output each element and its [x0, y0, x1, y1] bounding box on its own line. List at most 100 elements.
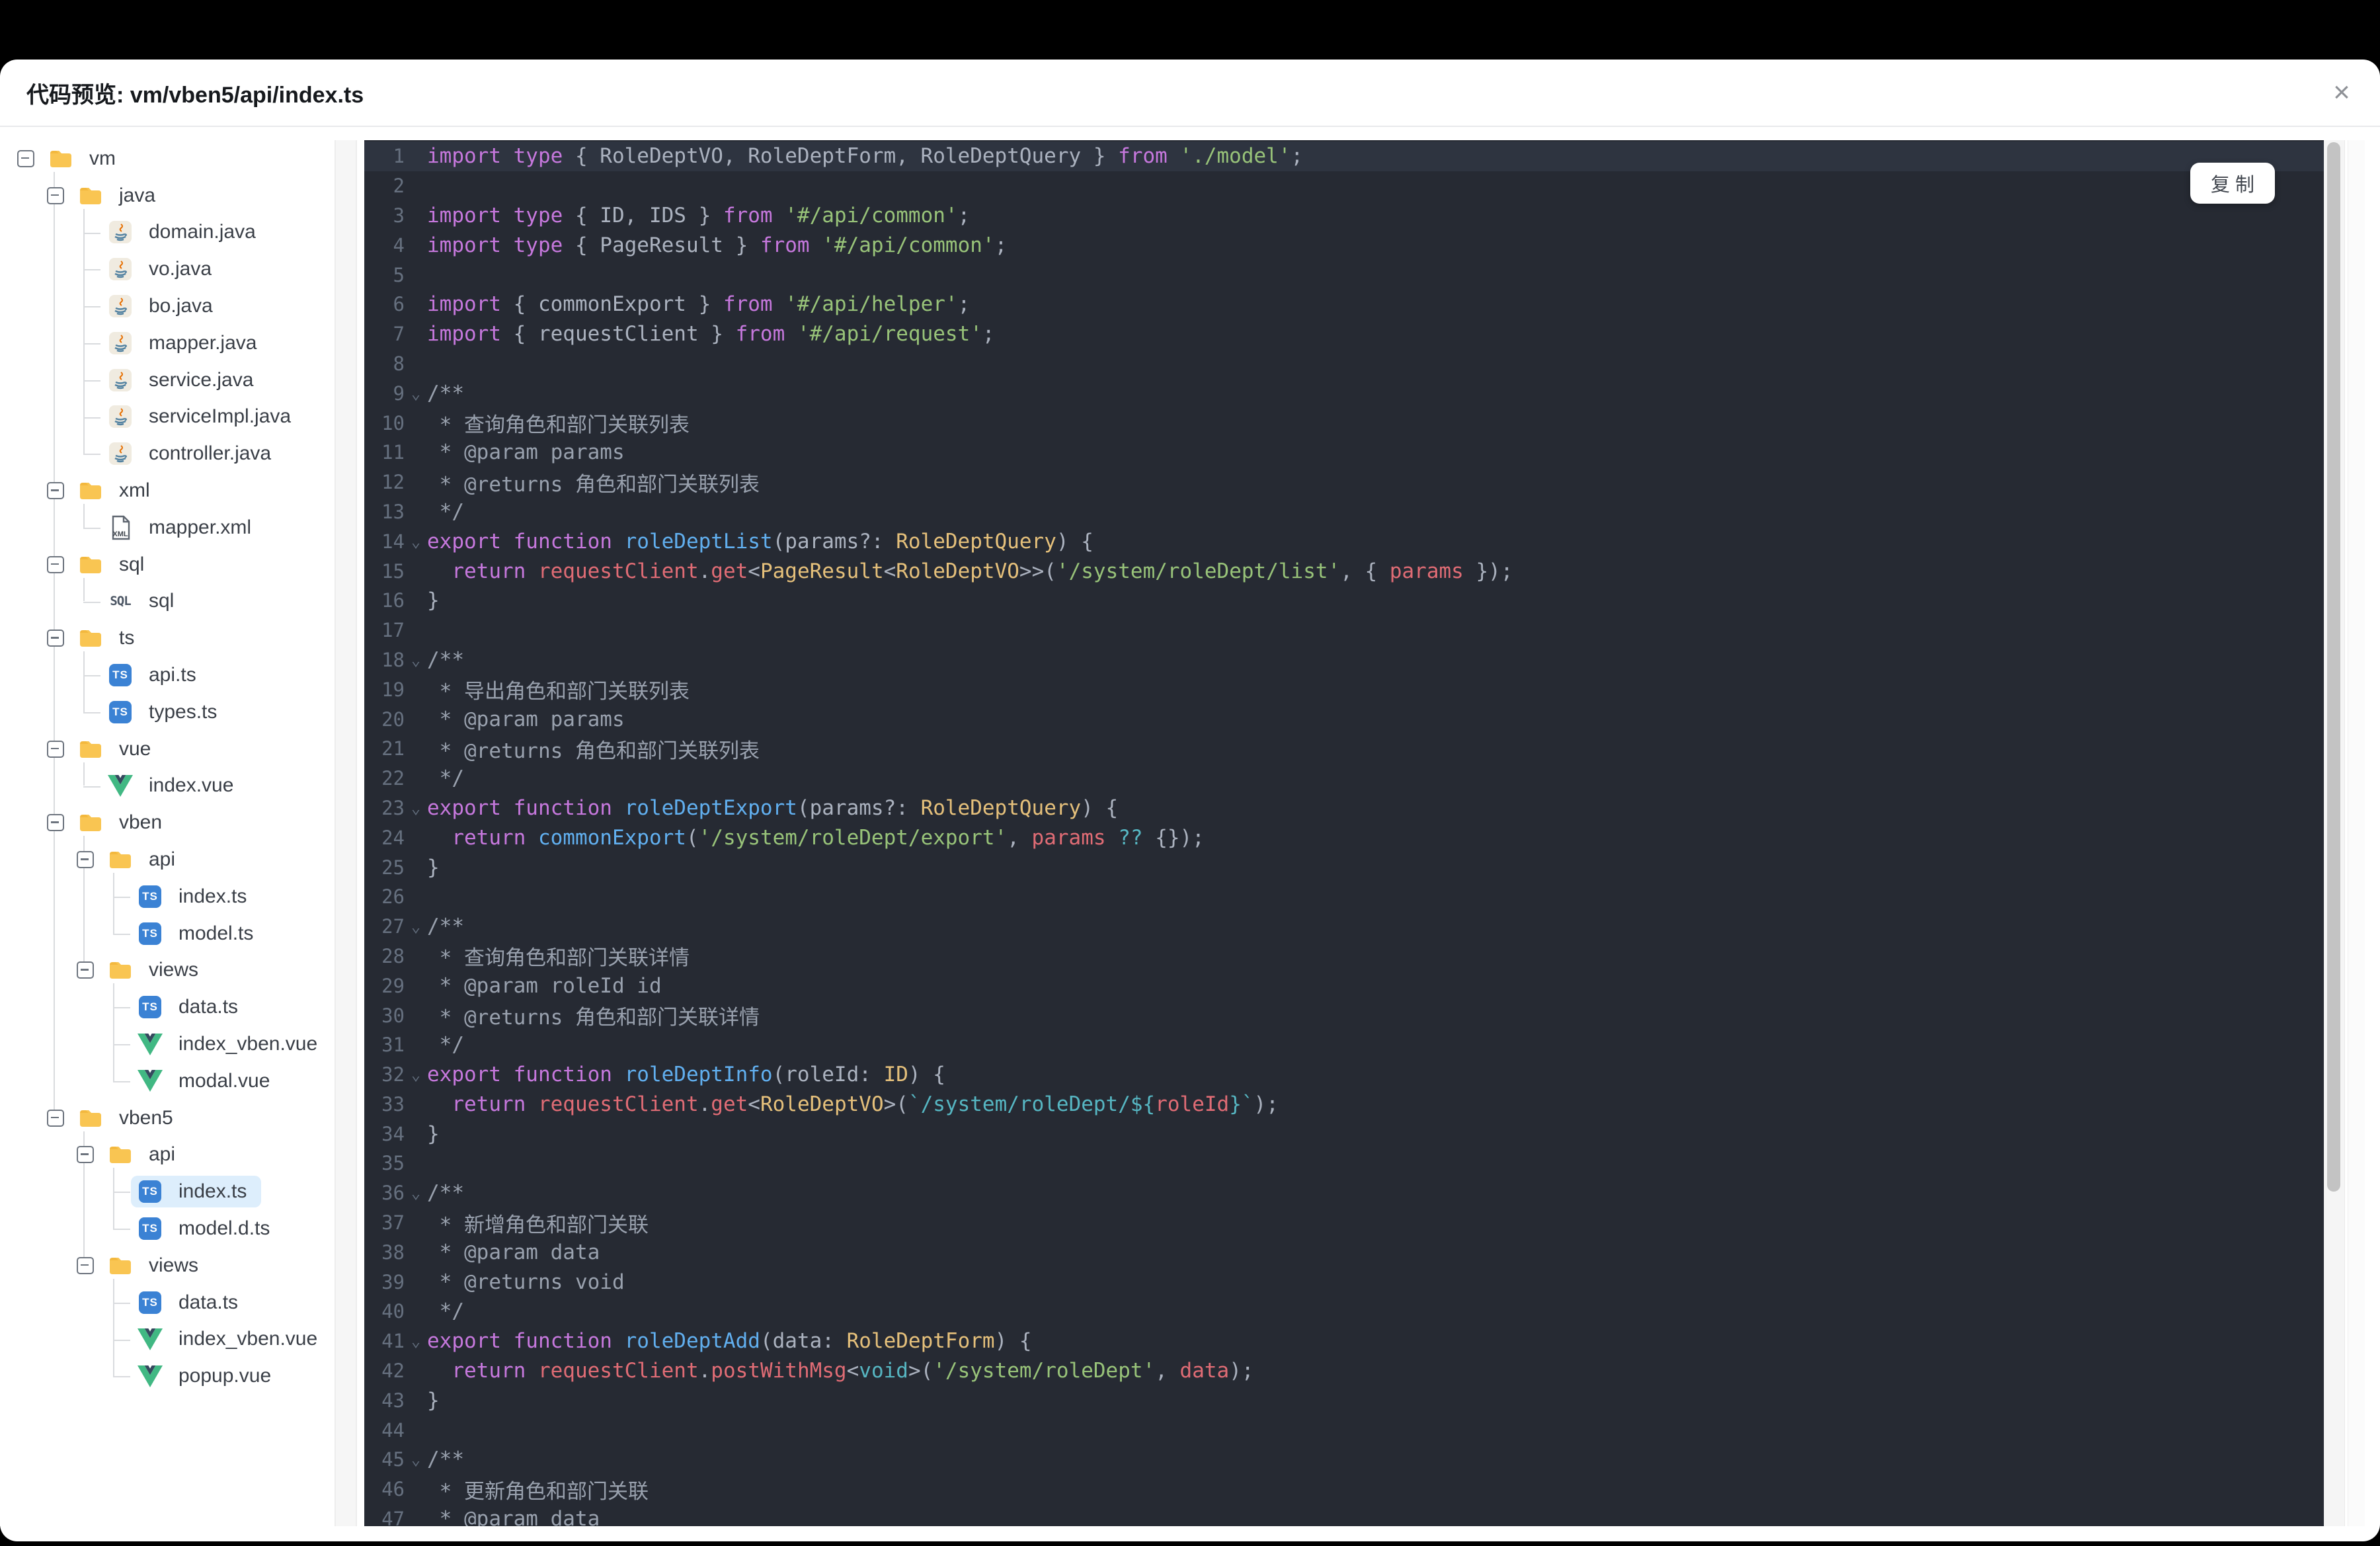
tree-item-service-java[interactable]: service.java [0, 362, 335, 399]
code-text: return requestClient.get<PageResult<Role… [452, 559, 1513, 583]
tree-item-label: vben5 [119, 1106, 173, 1129]
tree-item-modal-vue[interactable]: modal.vue [0, 1063, 335, 1100]
code-text: /** [427, 1181, 464, 1205]
code-line: 27 ⌄/** [364, 912, 2324, 942]
line-number: 29 [381, 974, 405, 997]
tree-item-ts[interactable]: ts [0, 620, 335, 657]
tree-item-content: vo.java [101, 253, 226, 285]
code-text: import type { PageResult } from '#/api/c… [427, 233, 1008, 257]
tree-item-vben[interactable]: vben [0, 804, 335, 841]
tree-item-vben5[interactable]: vben5 [0, 1100, 335, 1137]
line-number: 35 [381, 1152, 405, 1175]
collapse-minus-icon[interactable] [47, 740, 64, 758]
collapse-minus-icon[interactable] [47, 814, 64, 832]
close-icon[interactable]: × [2323, 74, 2360, 111]
fold-chevron-icon[interactable]: ⌄ [405, 532, 427, 551]
line-number: 40 [381, 1300, 405, 1323]
tree-item-popup-vue[interactable]: popup.vue [0, 1358, 335, 1395]
fold-chevron-icon[interactable]: ⌄ [405, 1184, 427, 1202]
tree-item-data-ts[interactable]: TS data.ts [0, 1284, 335, 1321]
code-text: export function roleDeptInfo(roleId: ID)… [427, 1063, 945, 1087]
tree-item-bo-java[interactable]: bo.java [0, 288, 335, 325]
fold-chevron-icon[interactable]: ⌄ [405, 651, 427, 669]
code-line: 18 ⌄/** [364, 645, 2324, 675]
tree-item-index-vben-vue[interactable]: index_vben.vue [0, 1321, 335, 1358]
collapse-minus-icon[interactable] [47, 555, 64, 573]
code-text: } [427, 855, 440, 879]
folder-icon [48, 146, 73, 171]
tree-item-index-vue[interactable]: index.vue [0, 768, 335, 805]
tree-item-api-ts[interactable]: TS api.ts [0, 657, 335, 694]
sql-file-icon: SQL [110, 594, 131, 609]
collapse-minus-icon[interactable] [47, 630, 64, 647]
folder-icon [108, 957, 133, 983]
collapse-minus-icon[interactable] [77, 1256, 94, 1274]
tree-item-index-vben-vue[interactable]: index_vben.vue [0, 1026, 335, 1063]
tree-item-sql[interactable]: sql [0, 546, 335, 583]
tree-item-views[interactable]: views [0, 952, 335, 989]
collapse-minus-icon[interactable] [17, 149, 34, 167]
tree-item-content: TS api.ts [101, 659, 211, 691]
code-line: 19 * 导出角色和部门关联列表 [364, 674, 2324, 704]
line-number: 25 [381, 856, 405, 879]
collapse-minus-icon[interactable] [47, 1109, 64, 1127]
tree-item-vm[interactable]: vm [0, 140, 335, 177]
code-text: * @returns 角色和部门关联详情 [427, 1006, 760, 1030]
line-number: 6 [393, 293, 405, 316]
modal-scrollbar-track[interactable] [2348, 140, 2365, 1526]
collapse-minus-icon[interactable] [47, 482, 64, 500]
line-number: 39 [381, 1270, 405, 1293]
tree-item-model-d-ts[interactable]: TS model.d.ts [0, 1210, 335, 1247]
tree-item-mapper-xml[interactable]: XML mapper.xml [0, 509, 335, 546]
code-line: 33 return requestClient.get<RoleDeptVO>(… [364, 1090, 2324, 1119]
tree-item-vo-java[interactable]: vo.java [0, 251, 335, 288]
ts-file-icon: TS [138, 1179, 163, 1204]
copy-button[interactable]: 复 制 [2190, 163, 2275, 204]
code-line: 46 * 更新角色和部门关联 [364, 1475, 2324, 1504]
tree-item-serviceimpl-java[interactable]: serviceImpl.java [0, 399, 335, 436]
tree-item-data-ts[interactable]: TS data.ts [0, 989, 335, 1026]
code-line: 17 [364, 616, 2324, 645]
tree-item-views[interactable]: views [0, 1247, 335, 1284]
fold-chevron-icon[interactable]: ⌄ [405, 1450, 427, 1469]
collapse-minus-icon[interactable] [47, 186, 64, 204]
code-lines: 1 import type { RoleDeptVO, RoleDeptForm,… [364, 142, 2324, 1526]
collapse-minus-icon[interactable] [77, 1146, 94, 1164]
tree-item-vue[interactable]: vue [0, 731, 335, 768]
code-line: 41 ⌄ export function roleDeptAdd(data: Rol… [364, 1326, 2324, 1356]
fold-chevron-icon[interactable]: ⌄ [405, 384, 427, 403]
code-line: 45 ⌄/** [364, 1445, 2324, 1475]
tree-scrollbar-track[interactable] [335, 140, 357, 1526]
tree-item-sql[interactable]: SQL sql [0, 583, 335, 620]
code-line: 4 import type { PageResult } from '#/api/… [364, 230, 2324, 260]
collapse-minus-icon[interactable] [77, 961, 94, 979]
collapse-minus-icon[interactable] [77, 851, 94, 869]
code-line: 43} [364, 1385, 2324, 1415]
code-line: 24 return commonExport('/system/roleDept… [364, 823, 2324, 852]
tree-item-index-ts[interactable]: TS index.ts [0, 878, 335, 915]
tree-item-content: index.vue [101, 770, 248, 801]
code-scrollbar-thumb[interactable] [2327, 142, 2340, 1192]
tree-item-xml[interactable]: xml [0, 472, 335, 509]
tree-item-domain-java[interactable]: domain.java [0, 214, 335, 251]
fold-chevron-icon[interactable]: ⌄ [405, 917, 427, 936]
tree-item-model-ts[interactable]: TS model.ts [0, 915, 335, 952]
tree-item-content: api [101, 1139, 190, 1170]
tree-item-types-ts[interactable]: TS types.ts [0, 694, 335, 731]
java-file-icon [108, 257, 133, 282]
tree-item-java[interactable]: java [0, 177, 335, 214]
tree-item-label: popup.vue [178, 1365, 272, 1387]
fold-chevron-icon[interactable]: ⌄ [405, 1332, 427, 1350]
fold-chevron-icon[interactable]: ⌄ [405, 1065, 427, 1084]
tree-item-content: vue [71, 733, 165, 765]
tree-item-index-ts[interactable]: TS index.ts [0, 1173, 335, 1210]
tree-item-mapper-java[interactable]: mapper.java [0, 325, 335, 362]
code-text: /** [427, 381, 464, 405]
line-number: 3 [393, 204, 405, 227]
fold-chevron-icon[interactable]: ⌄ [405, 799, 427, 817]
tree-item-controller-java[interactable]: controller.java [0, 435, 335, 472]
line-number: 18 [381, 648, 405, 671]
tree-item-api[interactable]: api [0, 841, 335, 878]
tree-item-label: sql [149, 590, 175, 612]
tree-item-api[interactable]: api [0, 1137, 335, 1174]
